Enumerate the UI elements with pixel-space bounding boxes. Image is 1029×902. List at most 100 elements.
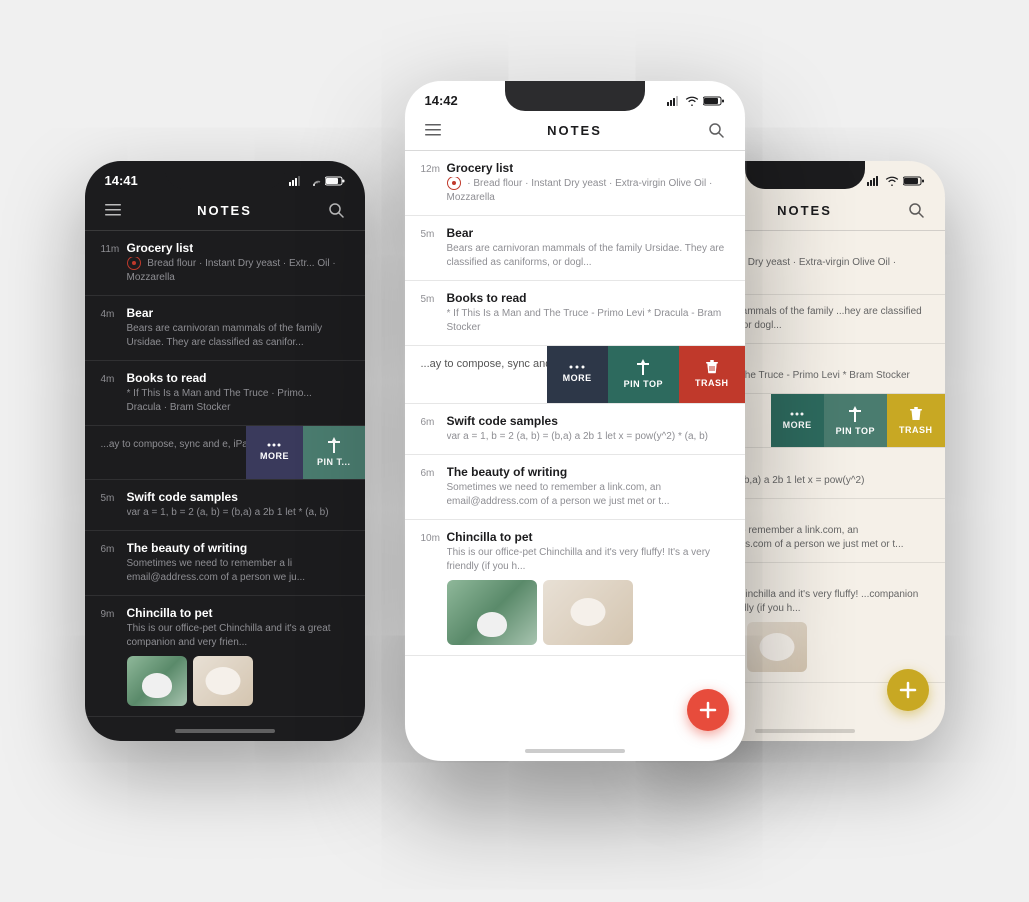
note-preview: This is our office-pet Chinchilla and it… xyxy=(127,622,349,650)
home-indicator-left xyxy=(175,729,275,733)
note-item-grocery-left[interactable]: 11m Grocery list Bread flour · Instant D… xyxy=(85,231,365,296)
grocery-pin-icon xyxy=(447,177,461,190)
phone-center: 14:42 NOTES xyxy=(405,81,745,761)
note-preview: * If This Is a Man and The Truce · Primo… xyxy=(127,387,349,415)
trash-label-center: TRASH xyxy=(695,378,729,388)
note-title: Books to read xyxy=(127,371,207,385)
home-bar-left xyxy=(85,721,365,741)
note-time: 4m xyxy=(101,374,121,385)
note-title: Bear xyxy=(447,226,474,240)
note-item-chinchilla-left[interactable]: 9m Chincilla to pet This is our office-p… xyxy=(85,596,365,717)
phone-left: 14:41 NOTES xyxy=(85,161,365,741)
note-title: The beauty of writing xyxy=(127,541,248,555)
home-indicator-center xyxy=(525,749,625,753)
note-item-bear-center[interactable]: 5m Bear Bears are carnivoran mammals of … xyxy=(405,216,745,281)
fab-button-center[interactable] xyxy=(687,689,729,731)
thumb-2-right xyxy=(747,622,807,672)
pin-button-right[interactable]: PIN TOP xyxy=(824,394,887,447)
app-header-left: NOTES xyxy=(85,192,365,230)
signal-icon xyxy=(289,176,303,186)
header-title-right: NOTES xyxy=(777,203,832,218)
trash-button-right[interactable]: TRASH xyxy=(887,394,945,447)
note-item-books-left[interactable]: 4m Books to read * If This Is a Man and … xyxy=(85,361,365,426)
note-item-swift-center[interactable]: 6m Swift code samples var a = 1, b = 2 (… xyxy=(405,404,745,455)
fab-button-right[interactable] xyxy=(887,669,929,711)
battery-icon xyxy=(703,96,725,106)
pin-label-right: PIN TOP xyxy=(836,426,875,436)
note-item-grocery-center[interactable]: 12m Grocery list · Bread flour · Instant… xyxy=(405,151,745,216)
menu-icon-center[interactable] xyxy=(421,118,445,142)
swipe-actions-center: MORE PIN TOP TRASH xyxy=(547,346,745,403)
note-preview: This is our office-pet Chinchilla and it… xyxy=(447,546,729,574)
time-left: 14:41 xyxy=(105,173,138,188)
notes-list-left: 11m Grocery list Bread flour · Instant D… xyxy=(85,231,365,722)
note-thumbs-center xyxy=(447,580,729,645)
note-preview: Bears are carnivoran mammals of the fami… xyxy=(447,242,729,270)
home-bar-center xyxy=(405,741,745,761)
thumb-2-center xyxy=(543,580,633,645)
note-time: 10m xyxy=(421,533,441,544)
note-time: 4m xyxy=(101,309,121,320)
note-preview: · Bread flour · Instant Dry yeast · Extr… xyxy=(447,177,729,205)
note-time: 5m xyxy=(421,294,441,305)
note-preview: * If This Is a Man and The Truce - Primo… xyxy=(447,307,729,335)
home-indicator-right xyxy=(755,729,855,733)
note-item-swipe-center[interactable]: ...ay to compose, sync and e, iPad and M… xyxy=(405,346,745,404)
note-time: 5m xyxy=(421,229,441,240)
wifi-icon xyxy=(307,176,321,186)
trash-button-center[interactable]: TRASH xyxy=(679,346,745,403)
note-time: 9m xyxy=(101,609,121,620)
note-title: Swift code samples xyxy=(447,414,558,428)
pin-label: PIN T... xyxy=(317,457,351,467)
note-preview: Sometimes we need to remember a link.com… xyxy=(447,481,729,509)
search-icon-right[interactable] xyxy=(904,198,928,222)
pin-label-center: PIN TOP xyxy=(624,379,663,389)
trash-label-right: TRASH xyxy=(899,425,933,435)
note-preview: Bears are carnivoran mammals of the fami… xyxy=(127,322,349,350)
battery-icon xyxy=(325,176,345,186)
scene: 14:41 NOTES xyxy=(65,41,965,861)
more-button-center[interactable]: MORE xyxy=(547,346,608,403)
header-title-center: NOTES xyxy=(547,123,602,138)
pin-button-left[interactable]: PIN T... xyxy=(303,426,365,479)
search-icon-left[interactable] xyxy=(324,198,348,222)
status-icons-center xyxy=(667,96,725,106)
note-preview: var a = 1, b = 2 (a, b) = (b,a) a 2b 1 l… xyxy=(127,506,349,520)
menu-icon-left[interactable] xyxy=(101,198,125,222)
status-icons-right xyxy=(867,176,925,186)
note-title: Books to read xyxy=(447,291,527,305)
more-button-right[interactable]: MORE xyxy=(771,394,824,447)
thumb-1-center xyxy=(447,580,537,645)
swipe-actions-left: MORE PIN T... xyxy=(246,426,365,479)
app-header-center: NOTES xyxy=(405,112,745,150)
note-title: Bear xyxy=(127,306,154,320)
battery-icon xyxy=(903,176,925,186)
note-item-swift-left[interactable]: 5m Swift code samples var a = 1, b = 2 (… xyxy=(85,480,365,531)
notes-list-center: 12m Grocery list · Bread flour · Instant… xyxy=(405,151,745,742)
note-preview: Sometimes we need to remember a li email… xyxy=(127,557,349,585)
search-icon-center[interactable] xyxy=(704,118,728,142)
thumb-2-left xyxy=(193,656,253,706)
notch-center xyxy=(505,81,645,111)
note-time: 6m xyxy=(421,417,441,428)
more-button-left[interactable]: MORE xyxy=(246,426,303,479)
note-title: Chincilla to pet xyxy=(127,606,213,620)
thumb-1-left xyxy=(127,656,187,706)
note-item-beauty-left[interactable]: 6m The beauty of writing Sometimes we ne… xyxy=(85,531,365,596)
time-center: 14:42 xyxy=(425,93,458,108)
header-title-left: NOTES xyxy=(197,203,252,218)
note-item-swipe-left[interactable]: ...ay to compose, sync and e, iPad and M… xyxy=(85,426,365,480)
signal-icon xyxy=(667,96,681,106)
note-item-bear-left[interactable]: 4m Bear Bears are carnivoran mammals of … xyxy=(85,296,365,361)
pin-icon xyxy=(127,257,141,270)
note-item-books-center[interactable]: 5m Books to read * If This Is a Man and … xyxy=(405,281,745,346)
note-thumbs-left xyxy=(127,656,349,706)
pin-button-center[interactable]: PIN TOP xyxy=(608,346,679,403)
note-item-beauty-center[interactable]: 6m The beauty of writing Sometimes we ne… xyxy=(405,455,745,520)
notch-left xyxy=(165,161,285,189)
more-label-right: MORE xyxy=(783,420,812,430)
note-title: Grocery list xyxy=(447,161,514,175)
wifi-icon xyxy=(885,176,899,186)
note-item-chinchilla-center[interactable]: 10m Chincilla to pet This is our office-… xyxy=(405,520,745,656)
note-title: Chincilla to pet xyxy=(447,530,533,544)
